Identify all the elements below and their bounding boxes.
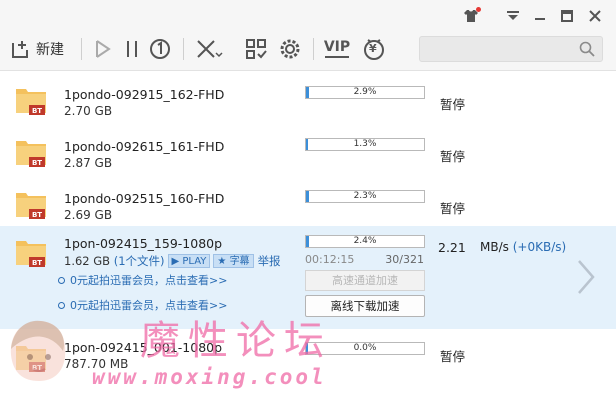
file-size-line: 1.62 GB (1个文件) ▶ PLAY ★ 字幕 举报: [64, 253, 281, 269]
menu-icon[interactable]: [503, 6, 523, 26]
progress-text: 2.3%: [353, 191, 377, 201]
gear-icon: [280, 39, 300, 59]
subtitle-button[interactable]: ★ 字幕: [213, 254, 254, 268]
speed-unit: MB/s: [480, 240, 509, 254]
time-remaining: 00:12:15: [305, 253, 355, 266]
toolbar: 新建 VIP ¥: [0, 0, 616, 71]
task-status[interactable]: 暂停: [440, 346, 465, 365]
new-task-label: 新建: [36, 42, 64, 58]
progress-text: 1.3%: [353, 139, 377, 149]
download-row[interactable]: BT 1pondo-092915_162-FHD 2.70 GB 2.9% 暂停: [0, 72, 616, 124]
new-task-icon: [12, 41, 28, 58]
progress-bar: 1.3%: [305, 138, 425, 151]
chevron-right-icon[interactable]: [576, 258, 596, 296]
task-status[interactable]: 暂停: [440, 94, 465, 113]
progress-text: 2.4%: [353, 236, 377, 246]
watermark-title: 魔性论坛: [140, 318, 332, 364]
file-size: 2.69 GB: [64, 208, 113, 222]
delete-icon: [197, 40, 223, 58]
bt-folder-icon: BT: [16, 141, 46, 167]
wallet-button[interactable]: ¥: [361, 34, 387, 64]
notification-dot-icon: [476, 7, 481, 12]
progress-bar: 2.9%: [305, 86, 425, 99]
close-icon[interactable]: [585, 6, 605, 26]
file-count: (1个文件): [113, 254, 165, 268]
download-row[interactable]: BT 1pondo-092615_161-FHD 2.87 GB 1.3% 暂停: [0, 124, 616, 176]
progress-bar: 2.4%: [305, 235, 425, 248]
yen-label: ¥: [369, 42, 377, 55]
vip-label: VIP: [323, 39, 351, 55]
grid-icon: [246, 39, 267, 59]
toolbar-divider: [313, 38, 314, 60]
vip-underline-icon: [325, 56, 349, 58]
circle-icon: [58, 302, 65, 309]
vip-promo-text: 0元起拍迅雷会员，点击查看>>: [70, 274, 228, 287]
speed-line: MB/s (+0KB/s): [480, 240, 566, 254]
bt-folder-icon: BT: [16, 241, 46, 267]
organize-button[interactable]: [243, 34, 269, 64]
subtitle-label: 字幕: [229, 256, 250, 267]
new-task-button[interactable]: 新建: [10, 34, 64, 64]
high-speed-accel-button[interactable]: 高速通道加速: [305, 270, 425, 291]
minimize-icon[interactable]: [530, 6, 550, 26]
task-status[interactable]: 暂停: [440, 198, 465, 217]
report-link[interactable]: 举报: [258, 254, 281, 268]
download-row[interactable]: BT 1pondo-092515_160-FHD 2.69 GB 2.3% 暂停: [0, 176, 616, 226]
piece-counts: 30/321: [385, 253, 424, 266]
play-button[interactable]: ▶ PLAY: [167, 254, 211, 268]
file-size: 1.62 GB: [64, 254, 111, 268]
star-icon: ★: [217, 256, 230, 267]
progress-text: 2.9%: [353, 87, 377, 97]
bt-folder-icon: BT: [16, 193, 46, 219]
limit-speed-button[interactable]: [148, 34, 172, 64]
maximize-icon[interactable]: [557, 6, 577, 26]
play-icon: [96, 40, 111, 58]
svg-text:BT: BT: [32, 107, 42, 115]
bt-folder-icon: BT: [16, 89, 46, 115]
watermark-avatar-icon: [10, 320, 66, 381]
watermark-url: www.moxing.cool: [92, 365, 327, 389]
task-status[interactable]: 暂停: [440, 146, 465, 165]
search-input[interactable]: [419, 36, 603, 62]
toolbar-divider: [81, 38, 82, 60]
vip-promo-link[interactable]: 0元起拍迅雷会员，点击查看>>: [58, 272, 227, 288]
skin-icon[interactable]: [461, 6, 481, 26]
download-speed: 2.21: [438, 240, 466, 255]
pause-button[interactable]: [121, 34, 143, 64]
play-icon: ▶: [171, 256, 183, 267]
pause-icon: [127, 41, 137, 57]
settings-button[interactable]: [277, 34, 303, 64]
play-label: PLAY: [182, 256, 207, 267]
circle-icon: [58, 277, 65, 284]
vip-button[interactable]: VIP: [322, 34, 352, 64]
file-size: 2.70 GB: [64, 104, 113, 118]
toolbar-divider: [183, 38, 184, 60]
svg-text:BT: BT: [32, 211, 42, 219]
progress-bar: 2.3%: [305, 190, 425, 203]
file-name: 1pon-092415_159-1080p: [64, 236, 223, 251]
delete-button[interactable]: [194, 34, 224, 64]
speed-limit-icon: [150, 39, 170, 59]
upload-speed: (+0KB/s): [512, 240, 567, 254]
svg-text:BT: BT: [32, 259, 42, 267]
file-name: 1pondo-092915_162-FHD: [64, 87, 225, 102]
svg-text:BT: BT: [32, 159, 42, 167]
start-button[interactable]: [91, 34, 115, 64]
file-name: 1pondo-092515_160-FHD: [64, 191, 225, 206]
search-icon[interactable]: [579, 41, 595, 57]
file-name: 1pondo-092615_161-FHD: [64, 139, 225, 154]
file-size: 2.87 GB: [64, 156, 113, 170]
